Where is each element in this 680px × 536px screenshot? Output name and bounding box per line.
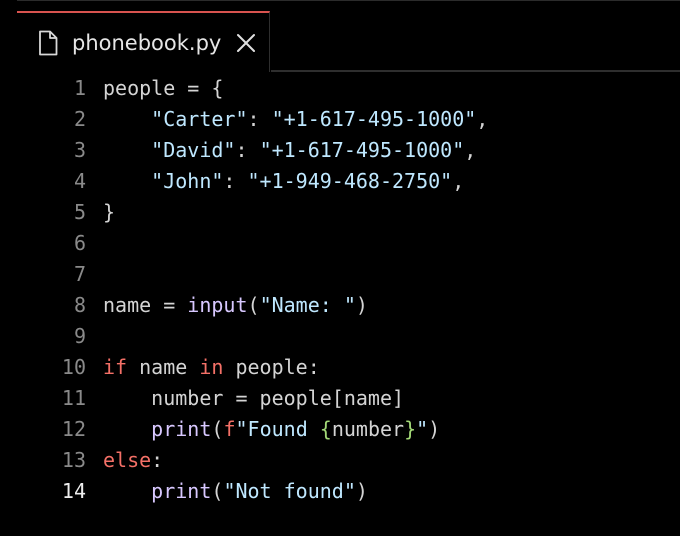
code-token: , xyxy=(464,138,477,162)
code-token: print xyxy=(151,479,212,503)
code-token: "Name: " xyxy=(259,293,356,317)
line-number: 9 xyxy=(73,324,86,348)
code-line[interactable]: 10 if name in people: xyxy=(17,352,680,383)
code-line[interactable]: 4 "John": "+1-949-468-2750", xyxy=(17,166,680,197)
tab-title: phonebook.py xyxy=(72,31,222,55)
code-line[interactable]: 11 number = people[name] xyxy=(17,383,680,414)
line-content: if name in people: xyxy=(103,352,320,383)
line-content: else: xyxy=(103,445,163,476)
line-number: 4 xyxy=(73,169,86,193)
line-content: number = people[name] xyxy=(103,383,404,414)
code-token: "John" xyxy=(151,169,224,193)
code-token: "David" xyxy=(151,138,236,162)
code-token: ( xyxy=(211,479,224,503)
code-line[interactable]: 5} xyxy=(17,197,680,228)
code-line[interactable]: 9 xyxy=(17,321,680,352)
code-token: input xyxy=(187,293,248,317)
line-number: 10 xyxy=(61,355,86,379)
code-area[interactable]: 1 people = { 2 "Carter": "+1-617-495-1000"… xyxy=(17,72,680,536)
code-token: if xyxy=(103,355,128,379)
tab-bar: phonebook.py xyxy=(17,0,680,72)
code-line[interactable]: 14 print("Not found") xyxy=(17,476,680,507)
code-token: : xyxy=(223,169,248,193)
line-number: 2 xyxy=(73,107,86,131)
line-number: 7 xyxy=(73,262,86,286)
code-token: people = { xyxy=(103,76,224,100)
line-content: people = { xyxy=(103,73,223,104)
code-token: number = people[name] xyxy=(103,386,405,410)
code-token: "Not found" xyxy=(223,479,356,503)
line-number: 14 xyxy=(61,479,86,503)
code-token: } xyxy=(103,200,116,224)
code-token: ( xyxy=(247,293,260,317)
code-token: name = xyxy=(103,293,188,317)
line-content: "John": "+1-949-468-2750", xyxy=(103,166,464,197)
code-token: "+1-617-495-1000" xyxy=(259,138,465,162)
code-token: print xyxy=(151,417,212,441)
code-token: else xyxy=(103,448,152,472)
code-line[interactable]: 6 xyxy=(17,228,680,259)
code-line[interactable]: 3 "David": "+1-617-495-1000", xyxy=(17,135,680,166)
line-content: name = input("Name: ") xyxy=(103,290,368,321)
code-token: "+1-617-495-1000" xyxy=(271,107,477,131)
code-token: { xyxy=(319,417,332,441)
file-icon xyxy=(37,30,59,56)
code-token: ) xyxy=(355,293,368,317)
code-token: number xyxy=(331,417,405,441)
line-number: 13 xyxy=(61,448,86,472)
code-line[interactable]: 1 people = { xyxy=(17,73,680,104)
code-token: : xyxy=(247,107,272,131)
code-line[interactable]: 2 "Carter": "+1-617-495-1000", xyxy=(17,104,680,135)
code-line[interactable]: 12 print(f"Found {number}") xyxy=(17,414,680,445)
line-number: 12 xyxy=(61,417,86,441)
code-token: , xyxy=(452,169,465,193)
code-token: "+1-949-468-2750" xyxy=(247,169,453,193)
line-number: 6 xyxy=(73,231,86,255)
code-token: ) xyxy=(428,417,441,441)
code-line[interactable]: 7 xyxy=(17,259,680,290)
code-token: in xyxy=(199,355,224,379)
code-token: ) xyxy=(355,479,368,503)
line-content: print("Not found") xyxy=(103,476,368,507)
code-token: people: xyxy=(223,355,320,379)
code-token: f xyxy=(223,417,236,441)
line-content: print(f"Found {number}") xyxy=(103,414,440,445)
line-number: 11 xyxy=(61,386,86,410)
line-number: 5 xyxy=(73,200,86,224)
line-content: "Carter": "+1-617-495-1000", xyxy=(103,104,488,135)
code-token: name xyxy=(127,355,200,379)
code-line[interactable]: 13 else: xyxy=(17,445,680,476)
line-content: "David": "+1-617-495-1000", xyxy=(103,135,476,166)
code-token: } xyxy=(404,417,417,441)
line-number: 3 xyxy=(73,138,86,162)
code-token: "Found xyxy=(235,417,320,441)
code-editor[interactable]: phonebook.py 1 people = { 2 "Carter": "+1-… xyxy=(17,0,680,536)
code-token: "Carter" xyxy=(151,107,248,131)
tab-phonebook[interactable]: phonebook.py xyxy=(17,11,270,72)
line-number: 1 xyxy=(73,76,86,100)
code-token: , xyxy=(476,107,489,131)
code-token: ( xyxy=(211,417,224,441)
code-token: : xyxy=(235,138,260,162)
line-content: } xyxy=(103,197,115,228)
code-token: " xyxy=(416,417,429,441)
close-icon[interactable] xyxy=(234,31,258,55)
code-line[interactable]: 8 name = input("Name: ") xyxy=(17,290,680,321)
line-number: 8 xyxy=(73,293,86,317)
code-token: : xyxy=(151,448,164,472)
